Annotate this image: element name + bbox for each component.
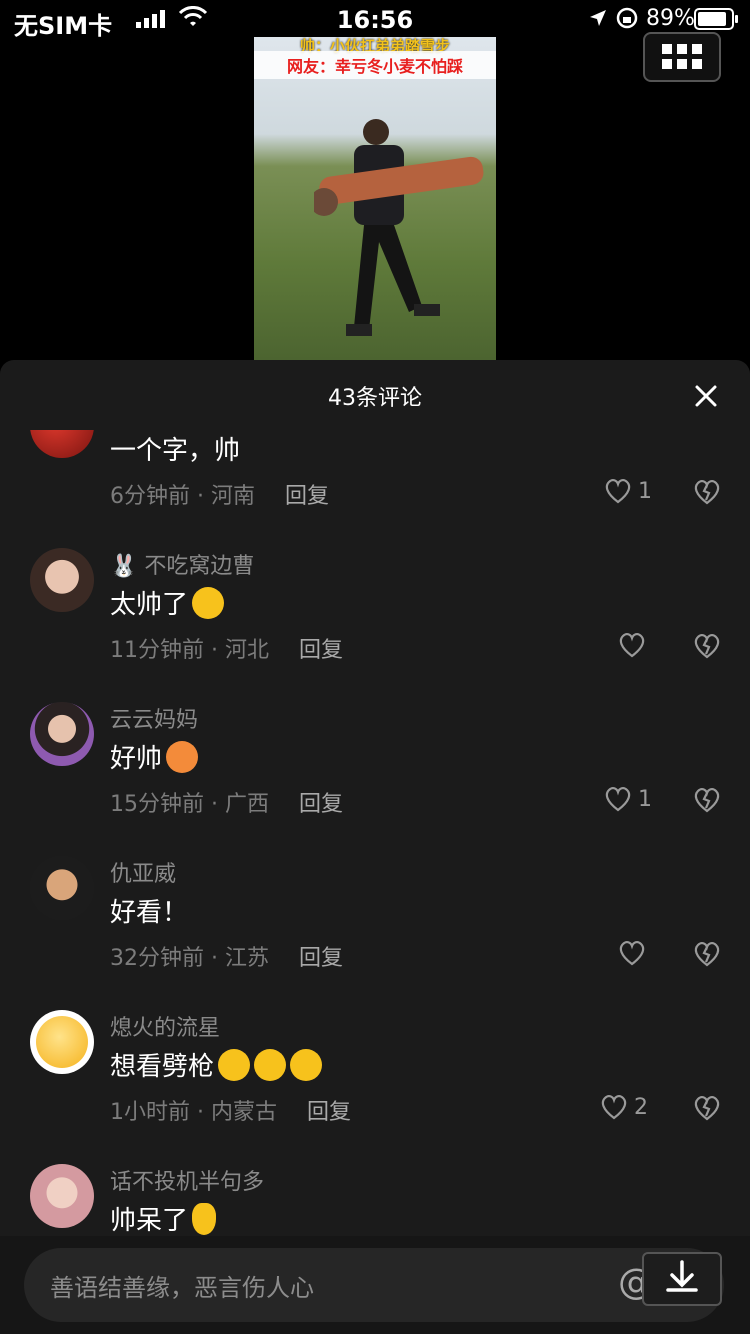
comment-meta: 32分钟前 · 江苏 回复: [110, 946, 343, 971]
location-icon: [590, 10, 606, 26]
comment-text: 帅呆了: [110, 1200, 217, 1237]
comment-input[interactable]: 善语结善缘，恶言伤人心 @: [24, 1248, 724, 1322]
smiley-avatar-icon: [36, 1016, 88, 1068]
battery-percent: 89%: [646, 6, 695, 31]
avatar[interactable]: [30, 430, 94, 458]
cry-emoji-icon: [218, 1048, 251, 1081]
broken-heart-icon[interactable]: [692, 630, 722, 660]
comment-username[interactable]: 仇亚威: [110, 856, 176, 888]
heart-icon: [605, 786, 631, 812]
star-eyes-emoji-icon: [166, 740, 199, 773]
like-button[interactable]: 2: [600, 1092, 648, 1122]
cry-emoji-icon: [254, 1048, 287, 1081]
video-person-illustration: [314, 119, 484, 336]
rotation-lock-icon: [616, 7, 638, 29]
comment-text: 想看劈枪: [110, 1046, 323, 1083]
heart-hand-emoji-icon: [192, 1202, 217, 1235]
status-bar: 无SIM卡 16:56 89%: [0, 0, 750, 40]
comment-username[interactable]: 熄火的流星: [110, 1010, 220, 1042]
comment-username[interactable]: 话不投机半句多: [110, 1164, 264, 1196]
comment-panel: 43条评论 一个字，帅 6分钟前 · 河南 回复 1 🐰 不吃窝边曹 太帅了 11…: [0, 360, 750, 1334]
download-button[interactable]: [642, 1252, 722, 1306]
reply-button[interactable]: 回复: [299, 792, 343, 817]
comment-item: 话不投机半句多 帅呆了: [0, 1164, 750, 1238]
comment-item: 仇亚威 好看！ 32分钟前 · 江苏 回复: [0, 856, 750, 1010]
comment-item: 熄火的流星 想看劈枪 1小时前 · 内蒙古 回复 2: [0, 1010, 750, 1164]
avatar[interactable]: [30, 1010, 94, 1074]
avatar[interactable]: [30, 856, 94, 920]
comment-panel-header: 43条评论: [0, 360, 750, 432]
comment-text: 太帅了: [110, 584, 225, 621]
battery-icon: [694, 8, 738, 30]
like-count: 2: [634, 1094, 648, 1120]
close-icon[interactable]: [690, 380, 722, 412]
grid-icon: [662, 44, 702, 69]
avatar[interactable]: [30, 702, 94, 766]
heart-icon: [619, 940, 645, 966]
comment-list[interactable]: 一个字，帅 6分钟前 · 河南 回复 1 🐰 不吃窝边曹 太帅了 11分钟前 · …: [0, 430, 750, 1238]
comment-input-placeholder: 善语结善缘，恶言伤人心: [50, 1274, 314, 1302]
comment-text: 好看！: [110, 898, 189, 928]
reply-button[interactable]: 回复: [285, 484, 329, 509]
comment-item: 一个字，帅 6分钟前 · 河南 回复 1: [0, 430, 750, 548]
comment-input-bar: 善语结善缘，恶言伤人心 @: [0, 1236, 750, 1334]
comment-username[interactable]: 云云妈妈: [110, 702, 198, 734]
comment-meta: 6分钟前 · 河南 回复: [110, 484, 329, 509]
like-count: 1: [638, 786, 652, 812]
like-count: 1: [638, 478, 652, 504]
broken-heart-icon[interactable]: [692, 938, 722, 968]
comment-username[interactable]: 🐰 不吃窝边曹: [110, 548, 254, 580]
avatar[interactable]: [30, 548, 94, 612]
reply-button[interactable]: 回复: [299, 946, 343, 971]
like-button[interactable]: [618, 938, 652, 968]
like-button[interactable]: 1: [604, 784, 652, 814]
grid-view-button[interactable]: [643, 32, 721, 82]
comment-text: 一个字，帅: [110, 436, 241, 466]
comment-count-title: 43条评论: [328, 386, 422, 411]
comment-item: 🐰 不吃窝边曹 太帅了 11分钟前 · 河北 回复: [0, 548, 750, 702]
heart-icon: [619, 632, 645, 658]
video-thumbnail[interactable]: 帅：小伙扛弟弟踏雪步 网友：幸亏冬小麦不怕踩: [254, 37, 496, 360]
heart-icon: [605, 478, 631, 504]
comment-meta: 15分钟前 · 广西 回复: [110, 792, 343, 817]
comment-meta: 1小时前 · 内蒙古 回复: [110, 1100, 351, 1125]
laugh-emoji-icon: [192, 586, 225, 619]
heart-icon: [601, 1094, 627, 1120]
avatar[interactable]: [30, 1164, 94, 1228]
reply-button[interactable]: 回复: [307, 1100, 351, 1125]
broken-heart-icon[interactable]: [692, 1092, 722, 1122]
like-button[interactable]: 1: [604, 476, 652, 506]
comment-item: 云云妈妈 好帅 15分钟前 · 广西 回复 1: [0, 702, 750, 856]
broken-heart-icon[interactable]: [692, 784, 722, 814]
like-button[interactable]: [618, 630, 652, 660]
reply-button[interactable]: 回复: [299, 638, 343, 663]
cry-emoji-icon: [290, 1048, 323, 1081]
comment-meta: 11分钟前 · 河北 回复: [110, 638, 343, 663]
video-caption-main: 网友：幸亏冬小麦不怕踩: [254, 51, 496, 79]
download-icon: [666, 1260, 698, 1292]
comment-text: 好帅: [110, 738, 199, 775]
broken-heart-icon[interactable]: [692, 476, 722, 506]
